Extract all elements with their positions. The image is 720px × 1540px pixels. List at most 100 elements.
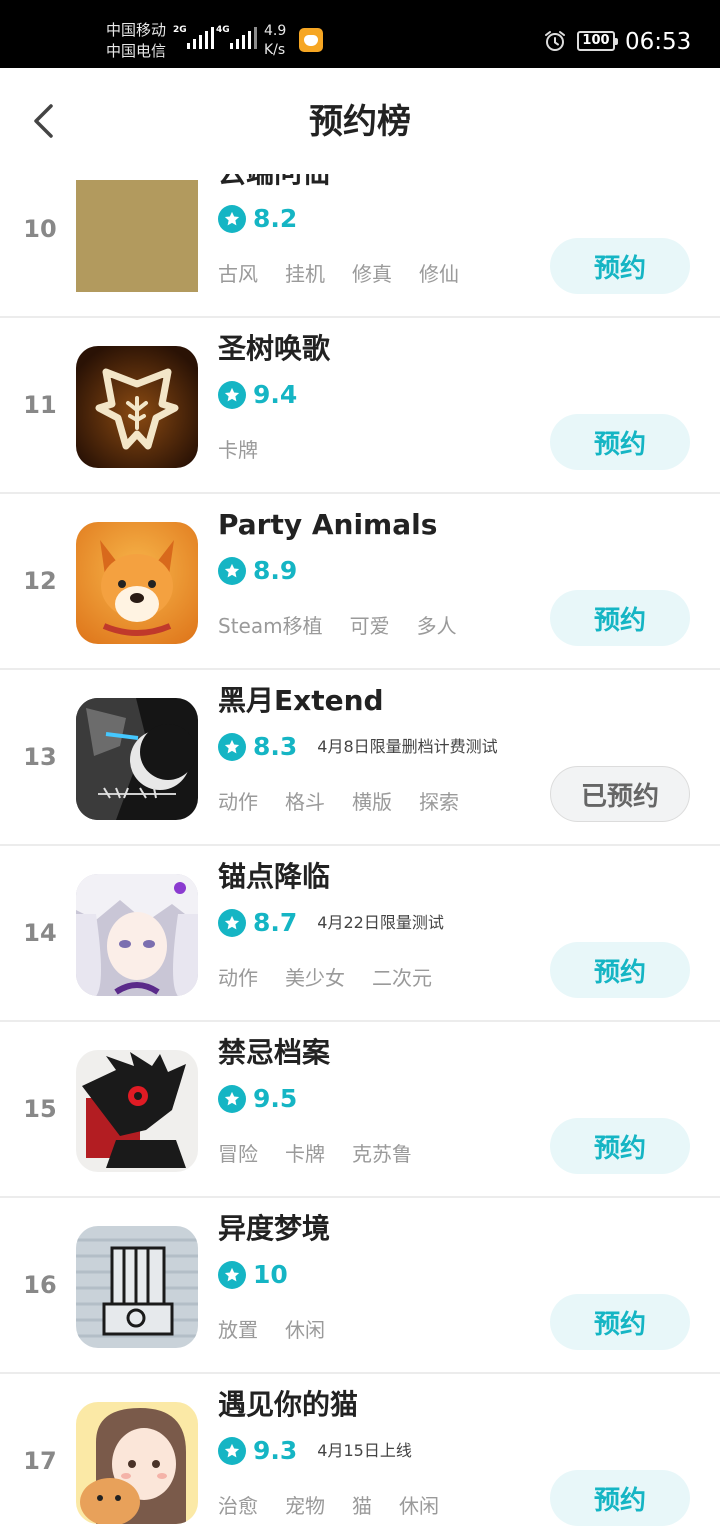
tag[interactable]: 动作 [218, 964, 258, 992]
tag[interactable]: 卡牌 [218, 436, 258, 464]
tag[interactable]: 可爱 [350, 612, 390, 640]
tag[interactable]: 多人 [417, 612, 457, 640]
rating-score: 9.5 [253, 1084, 298, 1113]
list-item[interactable]: 16 异度梦境 10 放置 休闲 预约 [0, 1198, 720, 1374]
app-name[interactable]: 禁忌档案 [218, 1034, 330, 1072]
tag[interactable]: 修仙 [419, 260, 459, 288]
tag[interactable]: 古风 [218, 260, 258, 288]
star-icon [218, 381, 246, 409]
tag[interactable]: 猫 [352, 1492, 372, 1520]
list-item[interactable]: 13 黑月Extend 8.3 4月8日限量删档计费测试 动作 格斗 横版 探索 [0, 670, 720, 846]
reserve-button[interactable]: 预约 [550, 942, 690, 998]
rating: 8.3 4月8日限量删档计费测试 [218, 732, 498, 762]
tag[interactable]: 修真 [352, 260, 392, 288]
rank-number: 16 [23, 1271, 57, 1299]
test-note: 4月22日限量测试 [317, 913, 444, 932]
tag-list: 动作 格斗 横版 探索 [218, 788, 459, 816]
tag[interactable]: 卡牌 [285, 1140, 325, 1168]
tag[interactable]: 治愈 [218, 1492, 258, 1520]
tag[interactable]: 放置 [218, 1316, 258, 1344]
heiyue-extend-icon[interactable] [76, 698, 198, 820]
rating-score: 9.4 [253, 380, 298, 409]
list-item[interactable]: 12 Party Animals 8.9 Steam移植 可爱 多人 预约 [0, 494, 720, 670]
tag[interactable]: 冒险 [218, 1140, 258, 1168]
tag[interactable]: 休闲 [285, 1316, 325, 1344]
rating-score: 8.2 [253, 204, 298, 233]
tag[interactable]: Steam移植 [218, 612, 323, 640]
rank-number: 15 [23, 1095, 57, 1123]
rank-number: 11 [23, 391, 57, 419]
tag[interactable]: 克苏鲁 [352, 1140, 412, 1168]
star-icon [218, 1261, 246, 1289]
rating-score: 9.3 [253, 1436, 298, 1465]
test-note: 4月8日限量删档计费测试 [317, 737, 498, 756]
clock: 06:53 [625, 29, 692, 55]
tag-list: 冒险 卡牌 克苏鲁 [218, 1140, 412, 1168]
yunduan-wenxian-icon[interactable] [76, 180, 198, 302]
reserve-button[interactable]: 预约 [550, 1470, 690, 1526]
signal-strength-icon: 2G [173, 25, 214, 49]
list-item[interactable]: 14 锚点降临 8.7 4月22日限量测试 动作 美少女 二次元 预约 [0, 846, 720, 1022]
rating: 10 [218, 1260, 288, 1290]
rating-score: 8.3 [253, 732, 298, 761]
carrier-1: 中国移动 [106, 21, 167, 39]
star-icon [218, 909, 246, 937]
tag[interactable]: 宠物 [285, 1492, 325, 1520]
release-note: 4月15日上线 [317, 1441, 412, 1460]
tag[interactable]: 休闲 [399, 1492, 439, 1520]
tag[interactable]: 二次元 [372, 964, 432, 992]
network-speed: 4.9 K/s [264, 23, 287, 58]
tag[interactable]: 探索 [419, 788, 459, 816]
reserve-button[interactable]: 预约 [550, 414, 690, 470]
jinji-dangan-icon[interactable] [76, 1050, 198, 1172]
shengshu-huange-icon[interactable] [76, 346, 198, 468]
reserved-button[interactable]: 已预约 [550, 766, 690, 822]
list-item[interactable]: 15 禁忌档案 9.5 冒险 卡牌 克苏鲁 预约 [0, 1022, 720, 1198]
tag-list: 卡牌 [218, 436, 258, 464]
app-name[interactable]: 黑月Extend [218, 682, 384, 720]
party-animals-icon[interactable] [76, 522, 198, 644]
reserve-button[interactable]: 预约 [550, 238, 690, 294]
yujian-nide-mao-icon[interactable] [76, 1402, 198, 1524]
page-title: 预约榜 [309, 102, 411, 142]
rank-number: 17 [23, 1447, 57, 1475]
app-name[interactable]: 锚点降临 [218, 858, 330, 896]
rating: 8.7 4月22日限量测试 [218, 908, 444, 938]
rating: 9.3 4月15日上线 [218, 1436, 412, 1466]
tag-list: 治愈 宠物 猫 休闲 [218, 1492, 439, 1520]
alarm-icon [545, 31, 565, 51]
app-name[interactable]: Party Animals [218, 506, 437, 544]
rating-score: 8.7 [253, 908, 298, 937]
app-name[interactable]: 圣树唤歌 [218, 330, 330, 368]
rank-number: 13 [23, 743, 57, 771]
rank-number: 10 [23, 215, 57, 243]
star-icon [218, 557, 246, 585]
rating: 8.9 [218, 556, 297, 586]
star-icon [218, 733, 246, 761]
list-item[interactable]: 17 遇见你的猫 9.3 4月15日上线 治愈 宠物 猫 休闲 预约 [0, 1374, 720, 1540]
star-icon [218, 205, 246, 233]
app-name[interactable]: 遇见你的猫 [218, 1386, 358, 1424]
list-item[interactable]: 11 圣树唤歌 9.4 卡牌 预约 [0, 318, 720, 494]
rank-number: 12 [23, 567, 57, 595]
rating-score: 10 [253, 1260, 288, 1289]
tag-list: 放置 休闲 [218, 1316, 325, 1344]
app-name[interactable]: 异度梦境 [218, 1210, 330, 1248]
app-header: 预约榜 [0, 68, 720, 174]
tag[interactable]: 格斗 [285, 788, 325, 816]
maodian-jianglin-icon[interactable] [76, 874, 198, 996]
rating: 9.5 [218, 1084, 297, 1114]
rating-score: 8.9 [253, 556, 298, 585]
reserve-button[interactable]: 预约 [550, 590, 690, 646]
tag[interactable]: 横版 [352, 788, 392, 816]
tag[interactable]: 动作 [218, 788, 258, 816]
yidu-mengjing-icon[interactable] [76, 1226, 198, 1348]
signal-type-label: 4G [216, 25, 230, 35]
tag[interactable]: 美少女 [285, 964, 345, 992]
app-notification-icon [299, 28, 323, 52]
reserve-button[interactable]: 预约 [550, 1118, 690, 1174]
tag-list: 古风 挂机 修真 修仙 [218, 260, 459, 288]
tag[interactable]: 挂机 [285, 260, 325, 288]
reserve-button[interactable]: 预约 [550, 1294, 690, 1350]
star-icon [218, 1085, 246, 1113]
